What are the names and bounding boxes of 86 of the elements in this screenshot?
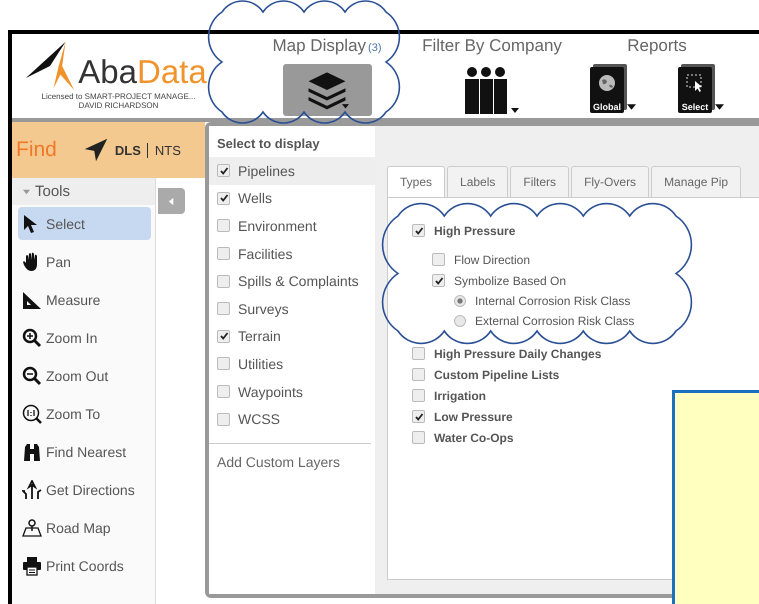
directions-icon [22, 480, 42, 500]
layer-item[interactable]: Wells [209, 184, 375, 212]
layer-item[interactable]: Waypoints [209, 378, 375, 406]
checkbox[interactable] [217, 302, 230, 316]
option-label: Internal Corrosion Risk Class [475, 294, 630, 308]
add-custom-layers-link[interactable]: Add Custom Layers [209, 454, 375, 470]
count-label: (3) [368, 42, 382, 54]
checkbox[interactable] [412, 368, 425, 381]
menu-label[interactable]: Filter By Company [422, 36, 562, 56]
checkbox[interactable] [217, 192, 230, 205]
checkbox[interactable] [412, 410, 425, 423]
layer-item[interactable]: Terrain [209, 322, 375, 350]
checkbox[interactable] [432, 253, 445, 266]
collapse-triangle-icon [22, 187, 31, 196]
layer-item[interactable]: Environment [209, 212, 375, 240]
checkbox[interactable] [217, 330, 230, 343]
binoculars-icon [22, 442, 42, 462]
tool-item[interactable]: Measure [18, 283, 151, 316]
layer-item[interactable]: Facilities [209, 240, 375, 268]
layer-item[interactable]: Surveys [209, 294, 375, 323]
toolbar-button[interactable]: Global [580, 64, 646, 116]
checkbox[interactable] [217, 247, 230, 260]
user-name: DAVID RICHARDSON [78, 101, 158, 110]
tab[interactable]: Types [387, 166, 446, 198]
checkbox[interactable] [412, 347, 425, 360]
tool-item[interactable]: Zoom To [18, 397, 151, 430]
license-text: Licensed to SMART-PROJECT MANAGE... [42, 92, 196, 101]
checkbox[interactable] [217, 219, 230, 232]
layer-item[interactable]: Utilities [209, 350, 375, 378]
checkbox[interactable] [217, 164, 230, 178]
tab[interactable]: Manage Pip [651, 166, 742, 198]
caret-icon [627, 104, 636, 110]
map-pin-icon [22, 518, 42, 538]
layer-item[interactable]: Pipelines [209, 157, 375, 185]
option-label: High Pressure [434, 224, 516, 238]
option-label: Custom Pipeline Lists [434, 368, 560, 382]
left-triangle-icon [167, 196, 176, 206]
navigation-arrow-icon[interactable] [82, 137, 109, 163]
radio-button[interactable] [454, 295, 466, 307]
logo-mark-icon [24, 40, 76, 92]
checkbox[interactable] [412, 389, 425, 402]
checkbox[interactable] [217, 357, 230, 370]
checkbox[interactable] [412, 431, 425, 444]
globe-icon [597, 73, 617, 93]
option-label: Irrigation [434, 388, 486, 402]
tab[interactable]: Filters [510, 166, 570, 198]
checkbox[interactable] [412, 224, 425, 237]
tab[interactable]: Fly-Overs [571, 166, 650, 198]
option-label: Symbolize Based On [454, 274, 566, 288]
logo-text: AbaData [78, 52, 207, 92]
mode-link[interactable]: DLS [114, 142, 141, 158]
printer-icon [22, 556, 42, 576]
tool-item[interactable]: Road Map [18, 511, 151, 544]
mode-link[interactable]: NTS [146, 142, 181, 158]
tool-item[interactable]: Zoom In [18, 321, 151, 354]
option-label: Low Pressure [434, 410, 513, 424]
zoom-in-icon [22, 328, 42, 348]
tab[interactable]: Labels [447, 166, 508, 198]
tools-header[interactable]: Tools [12, 178, 155, 205]
option-label: Water Co-Ops [434, 430, 514, 444]
option-label: High Pressure Daily Changes [434, 346, 602, 360]
checkbox[interactable] [217, 385, 230, 398]
tool-item[interactable]: Print Coords [18, 549, 151, 582]
zoom-out-icon [22, 366, 42, 386]
checkbox[interactable] [217, 274, 230, 288]
checkbox[interactable] [217, 412, 230, 426]
layer-item[interactable]: WCSS [209, 405, 375, 433]
layer-item[interactable]: Spills & Complaints [209, 267, 375, 295]
tool-item[interactable]: Zoom Out [18, 359, 151, 392]
option-label: Flow Direction [454, 252, 530, 266]
zoom-to-icon [22, 404, 42, 424]
people-icon [462, 66, 522, 114]
menu-label[interactable]: Map Display [272, 36, 366, 56]
tool-item[interactable]: Find Nearest [18, 435, 151, 468]
toolbar-button[interactable]: Select [668, 64, 734, 116]
tool-item[interactable]: Select [18, 207, 151, 240]
option-label: External Corrosion Risk Class [475, 314, 634, 328]
collapse-button[interactable] [158, 188, 185, 214]
menu-label[interactable]: Reports [627, 36, 687, 56]
tool-item[interactable]: Pan [18, 245, 151, 278]
checkbox[interactable] [432, 274, 445, 287]
caret-icon [715, 104, 724, 110]
toolbar-button[interactable] [282, 64, 372, 116]
tool-item[interactable]: Get Directions [18, 473, 151, 506]
panel-title: Select to display [216, 135, 321, 153]
radio-button[interactable] [454, 315, 466, 327]
